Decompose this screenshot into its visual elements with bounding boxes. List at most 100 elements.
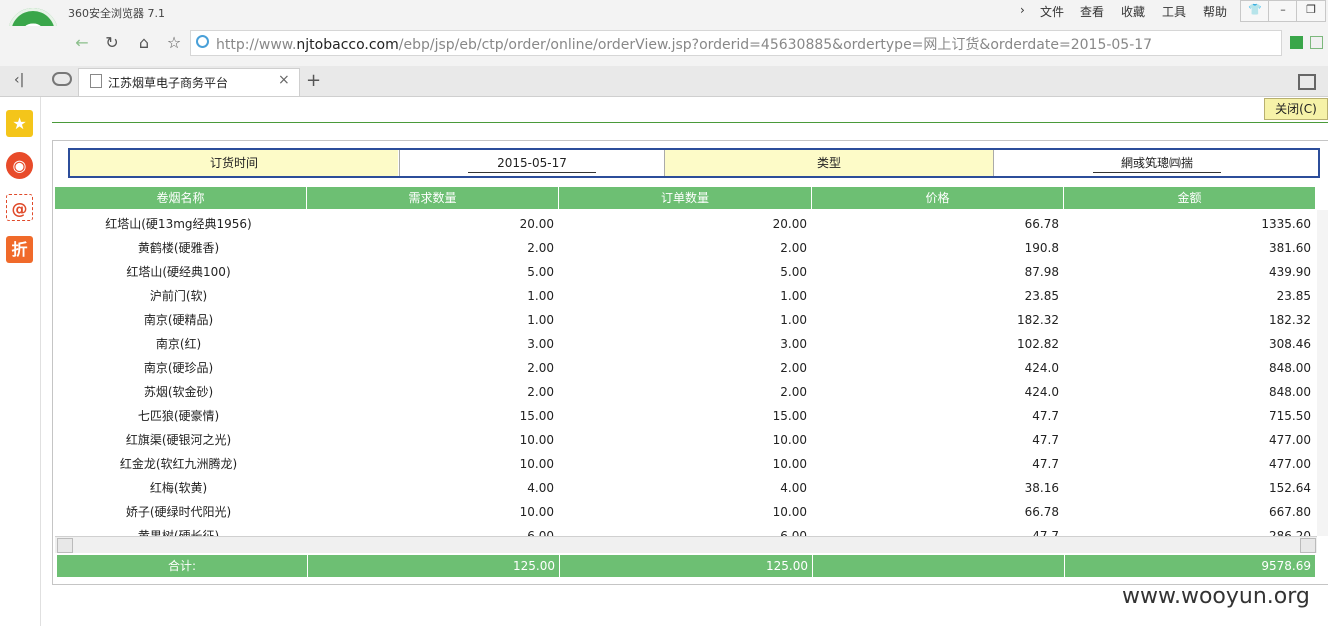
table-row[interactable]: 红旗渠(硬银河之光) 10.00 10.00 47.7 477.00 — [55, 428, 1317, 452]
refresh-icon[interactable]: ↻ — [100, 32, 124, 54]
cell-price: 23.85 — [1024, 289, 1059, 303]
table-row[interactable]: 黄鹤楼(硬雅香) 2.00 2.00 190.8 381.60 — [55, 236, 1317, 260]
cloud-icon[interactable] — [52, 72, 72, 86]
vertical-scrollbar[interactable] — [1317, 210, 1328, 536]
cell-demand: 3.00 — [527, 337, 554, 351]
cell-demand: 15.00 — [519, 409, 554, 423]
summary-demand-total: 125.00 — [308, 555, 560, 577]
divider — [52, 122, 1328, 123]
maximize-button[interactable]: ❐ — [1296, 0, 1326, 22]
menu-view[interactable]: 查看 — [1080, 3, 1104, 20]
cell-demand: 4.00 — [527, 481, 554, 495]
table-row[interactable]: 七匹狼(硬豪情) 15.00 15.00 47.7 715.50 — [55, 404, 1317, 428]
skin-icon[interactable]: 👕 — [1240, 0, 1270, 22]
restore-tabs-icon[interactable] — [1298, 74, 1316, 90]
bookmark-star-icon[interactable]: ☆ — [162, 32, 186, 54]
cell-price: 87.98 — [1024, 265, 1059, 279]
summary-order-total: 125.00 — [560, 555, 813, 577]
cell-name: 娇子(硬绿时代阳光) — [125, 505, 232, 519]
header-name[interactable]: 卷烟名称 — [55, 187, 307, 209]
cell-price: 38.16 — [1024, 481, 1059, 495]
cell-amount: 1335.60 — [1261, 217, 1311, 231]
menu-help[interactable]: 帮助 — [1203, 3, 1227, 20]
order-time-text: 2015-05-17 — [468, 154, 596, 173]
cell-amount: 477.00 — [1269, 457, 1311, 471]
back-arrow-icon[interactable]: ← — [70, 32, 94, 54]
app-title: 360安全浏览器 7.1 — [68, 7, 165, 20]
cell-demand: 20.00 — [519, 217, 554, 231]
cell-order-qty: 5.00 — [780, 265, 807, 279]
qr-code-icon[interactable] — [1290, 36, 1303, 49]
url-prefix: http://www. — [216, 37, 297, 53]
scroll-right-button[interactable] — [1300, 538, 1316, 553]
tab-close-icon[interactable]: × — [278, 72, 290, 88]
cell-name: 红金龙(软红九洲腾龙) — [119, 457, 238, 471]
cell-order-qty: 6.00 — [780, 529, 807, 536]
translate-icon[interactable] — [1310, 36, 1323, 49]
cell-amount: 439.90 — [1269, 265, 1311, 279]
grid-header: 卷烟名称 需求数量 订单数量 价格 金额 — [55, 187, 1317, 211]
new-tab-button[interactable]: + — [306, 70, 321, 91]
menu-chevron-icon[interactable]: › — [1020, 3, 1025, 17]
cell-name: 南京(红) — [155, 337, 202, 351]
type-value: 網彧笂璁㈣揣 — [993, 150, 1320, 176]
cell-name: 南京(硬精品) — [143, 313, 214, 327]
table-row[interactable]: 红塔山(硬经典100) 5.00 5.00 87.98 439.90 — [55, 260, 1317, 284]
cell-name: 沪前门(软) — [149, 289, 208, 303]
url-text[interactable]: http://www.njtobacco.com/ebp/jsp/eb/ctp/… — [216, 34, 1152, 54]
cell-name: 红旗渠(硬银河之光) — [125, 433, 232, 447]
table-row[interactable]: 沪前门(软) 1.00 1.00 23.85 23.85 — [55, 284, 1317, 308]
header-demand[interactable]: 需求数量 — [307, 187, 559, 209]
table-row[interactable]: 南京(硬精品) 1.00 1.00 182.32 182.32 — [55, 308, 1317, 332]
table-row[interactable]: 苏烟(软金砂) 2.00 2.00 424.0 848.00 — [55, 380, 1317, 404]
cell-amount: 381.60 — [1269, 241, 1311, 255]
cell-price: 47.7 — [1032, 457, 1059, 471]
cell-demand: 6.00 — [527, 529, 554, 536]
cell-price: 47.7 — [1032, 433, 1059, 447]
url-host: njtobacco.com — [296, 37, 399, 53]
cell-price: 102.82 — [1017, 337, 1059, 351]
order-time-value: 2015-05-17 — [399, 150, 664, 176]
order-time-label: 订货时间 — [70, 150, 398, 176]
discount-icon[interactable]: 折 — [6, 236, 33, 263]
table-row[interactable]: 红金龙(软红九洲腾龙) 10.00 10.00 47.7 477.00 — [55, 452, 1317, 476]
cell-order-qty: 3.00 — [780, 337, 807, 351]
close-button[interactable]: 关闭(C) — [1264, 98, 1328, 120]
cell-order-qty: 1.00 — [780, 313, 807, 327]
weibo-icon[interactable]: ◉ — [6, 152, 33, 179]
menu-favorites[interactable]: 收藏 — [1121, 3, 1145, 20]
scroll-left-button[interactable] — [57, 538, 73, 553]
menu-file[interactable]: 文件 — [1040, 3, 1064, 20]
cell-price: 66.78 — [1024, 217, 1059, 231]
tab-title[interactable]: 江苏烟草电子商务平台 — [108, 74, 228, 91]
menu-tools[interactable]: 工具 — [1162, 3, 1186, 20]
header-price[interactable]: 价格 — [812, 187, 1064, 209]
horizontal-scrollbar[interactable] — [55, 536, 1317, 553]
grid-body: 红塔山(硬13mg经典1956) 20.00 20.00 66.78 1335.60 黄鹤… — [55, 212, 1317, 536]
header-order-qty[interactable]: 订单数量 — [559, 187, 812, 209]
cell-name: 七匹狼(硬豪情) — [137, 409, 220, 423]
star-icon[interactable]: ★ — [6, 110, 33, 137]
table-row[interactable]: 南京(红) 3.00 3.00 102.82 308.46 — [55, 332, 1317, 356]
table-row[interactable]: 南京(硬珍品) 2.00 2.00 424.0 848.00 — [55, 356, 1317, 380]
tab-list-icon[interactable]: ‹| — [14, 72, 24, 88]
cell-order-qty: 10.00 — [772, 505, 807, 519]
minimize-button[interactable]: – — [1268, 0, 1298, 22]
table-row[interactable]: 黄果树(硬长征) 6.00 6.00 47.7 286.20 — [55, 524, 1317, 536]
home-icon[interactable]: ⌂ — [132, 32, 156, 54]
cell-demand: 1.00 — [527, 289, 554, 303]
order-info-table: 订货时间 2015-05-17 类型 網彧笂璁㈣揣 — [68, 148, 1320, 178]
table-row[interactable]: 红梅(软黄) 4.00 4.00 38.16 152.64 — [55, 476, 1317, 500]
table-row[interactable]: 娇子(硬绿时代阳光) 10.00 10.00 66.78 667.80 — [55, 500, 1317, 524]
cell-demand: 1.00 — [527, 313, 554, 327]
cell-amount: 477.00 — [1269, 433, 1311, 447]
cell-amount: 152.64 — [1269, 481, 1311, 495]
header-amount[interactable]: 金额 — [1064, 187, 1316, 209]
cell-demand: 2.00 — [527, 385, 554, 399]
table-row[interactable]: 红塔山(硬13mg经典1956) 20.00 20.00 66.78 1335.60 — [55, 212, 1317, 236]
cell-amount: 848.00 — [1269, 385, 1311, 399]
mail-icon[interactable]: @ — [6, 194, 33, 221]
cell-amount: 182.32 — [1269, 313, 1311, 327]
cell-amount: 286.20 — [1269, 529, 1311, 536]
cell-order-qty: 10.00 — [772, 457, 807, 471]
